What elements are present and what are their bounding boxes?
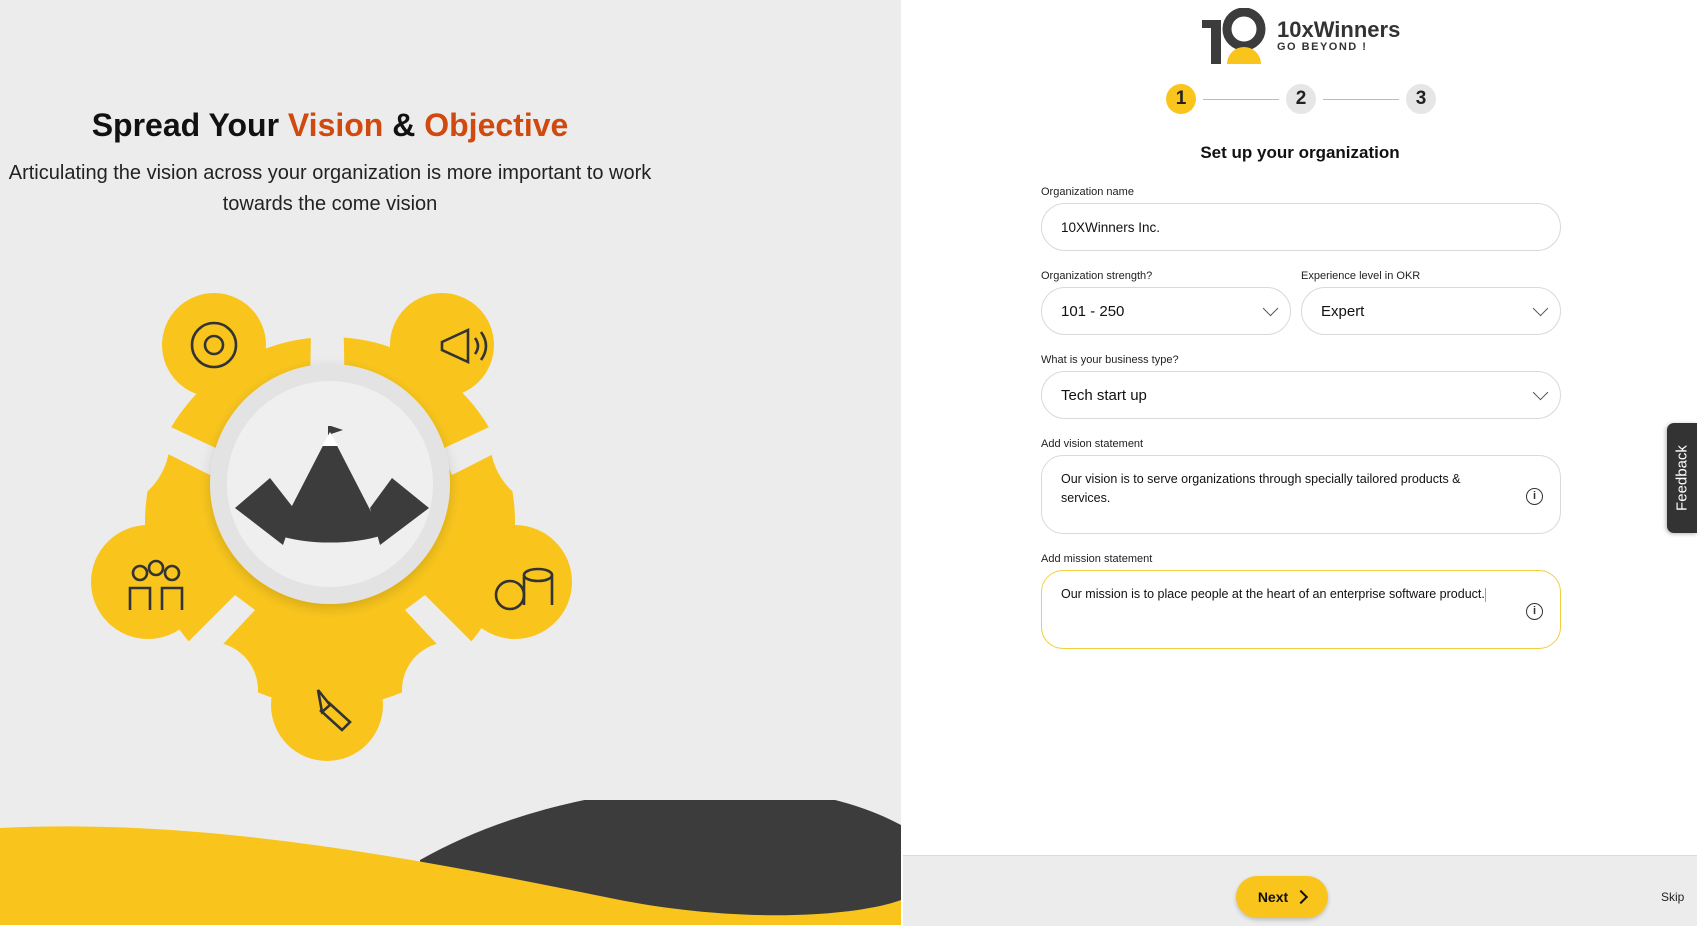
text-cursor: [1484, 587, 1486, 602]
hero-title-part: Spread Your: [91, 107, 288, 143]
chevron-down-icon: [1532, 300, 1549, 317]
next-label: Next: [1257, 889, 1289, 905]
vision-label: Add vision statement: [1041, 438, 1144, 450]
strength-label: Organization strength?: [1041, 270, 1153, 282]
brand-name: 10xWinners: [1277, 17, 1401, 42]
step-1: 1: [1166, 84, 1196, 114]
info-icon[interactable]: i: [1526, 603, 1543, 620]
hero-title-accent: Vision: [287, 107, 384, 143]
business-label: What is your business type?: [1041, 354, 1179, 366]
feedback-label: Feedback: [1673, 445, 1691, 511]
experience-value: Expert: [1321, 302, 1365, 320]
chevron-down-icon: [1262, 300, 1279, 317]
chevron-right-icon: [1294, 889, 1309, 905]
strength-value: 101 - 250: [1061, 302, 1125, 320]
info-icon[interactable]: i: [1526, 488, 1543, 505]
skip-link[interactable]: Skip: [1661, 890, 1684, 904]
mission-textarea[interactable]: Our mission is to place people at the he…: [1041, 570, 1561, 649]
left-panel: Spread Your Vision & Objective Articulat…: [0, 0, 901, 925]
business-value: Tech start up: [1061, 386, 1147, 404]
hero-title-part: &: [383, 107, 425, 143]
org-name-value: 10XWinners Inc.: [1061, 219, 1161, 235]
experience-select[interactable]: Expert: [1301, 287, 1561, 335]
hero-title: Spread Your Vision & Objective: [0, 107, 660, 144]
experience-label: Experience level in OKR: [1301, 270, 1421, 282]
mission-value: Our mission is to place people at the he…: [1061, 587, 1485, 601]
step-connector: [1323, 99, 1399, 100]
mission-label: Add mission statement: [1041, 553, 1153, 565]
business-select[interactable]: Tech start up: [1041, 371, 1561, 419]
step-connector: [1203, 99, 1279, 100]
org-name-label: Organization name: [1041, 186, 1134, 198]
hero-title-accent: Objective: [424, 107, 569, 143]
feedback-tab[interactable]: Feedback: [1667, 423, 1697, 533]
step-3: 3: [1406, 84, 1436, 114]
vision-textarea[interactable]: Our vision is to serve organizations thr…: [1041, 455, 1561, 534]
form-heading: Set up your organization: [1200, 143, 1400, 162]
hero-subtitle: Articulating the vision across your orga…: [8, 162, 652, 215]
vision-value: Our vision is to serve organizations thr…: [1061, 472, 1461, 505]
vision-illustration: [60, 250, 600, 761]
wave-decoration: [0, 800, 901, 925]
chevron-down-icon: [1532, 384, 1549, 401]
step-2: 2: [1286, 84, 1316, 114]
org-name-input[interactable]: 10XWinners Inc.: [1041, 203, 1561, 251]
next-button[interactable]: Next: [1236, 876, 1328, 918]
strength-select[interactable]: 101 - 250: [1041, 287, 1291, 335]
brand-tagline: GO BEYOND !: [1277, 41, 1368, 53]
